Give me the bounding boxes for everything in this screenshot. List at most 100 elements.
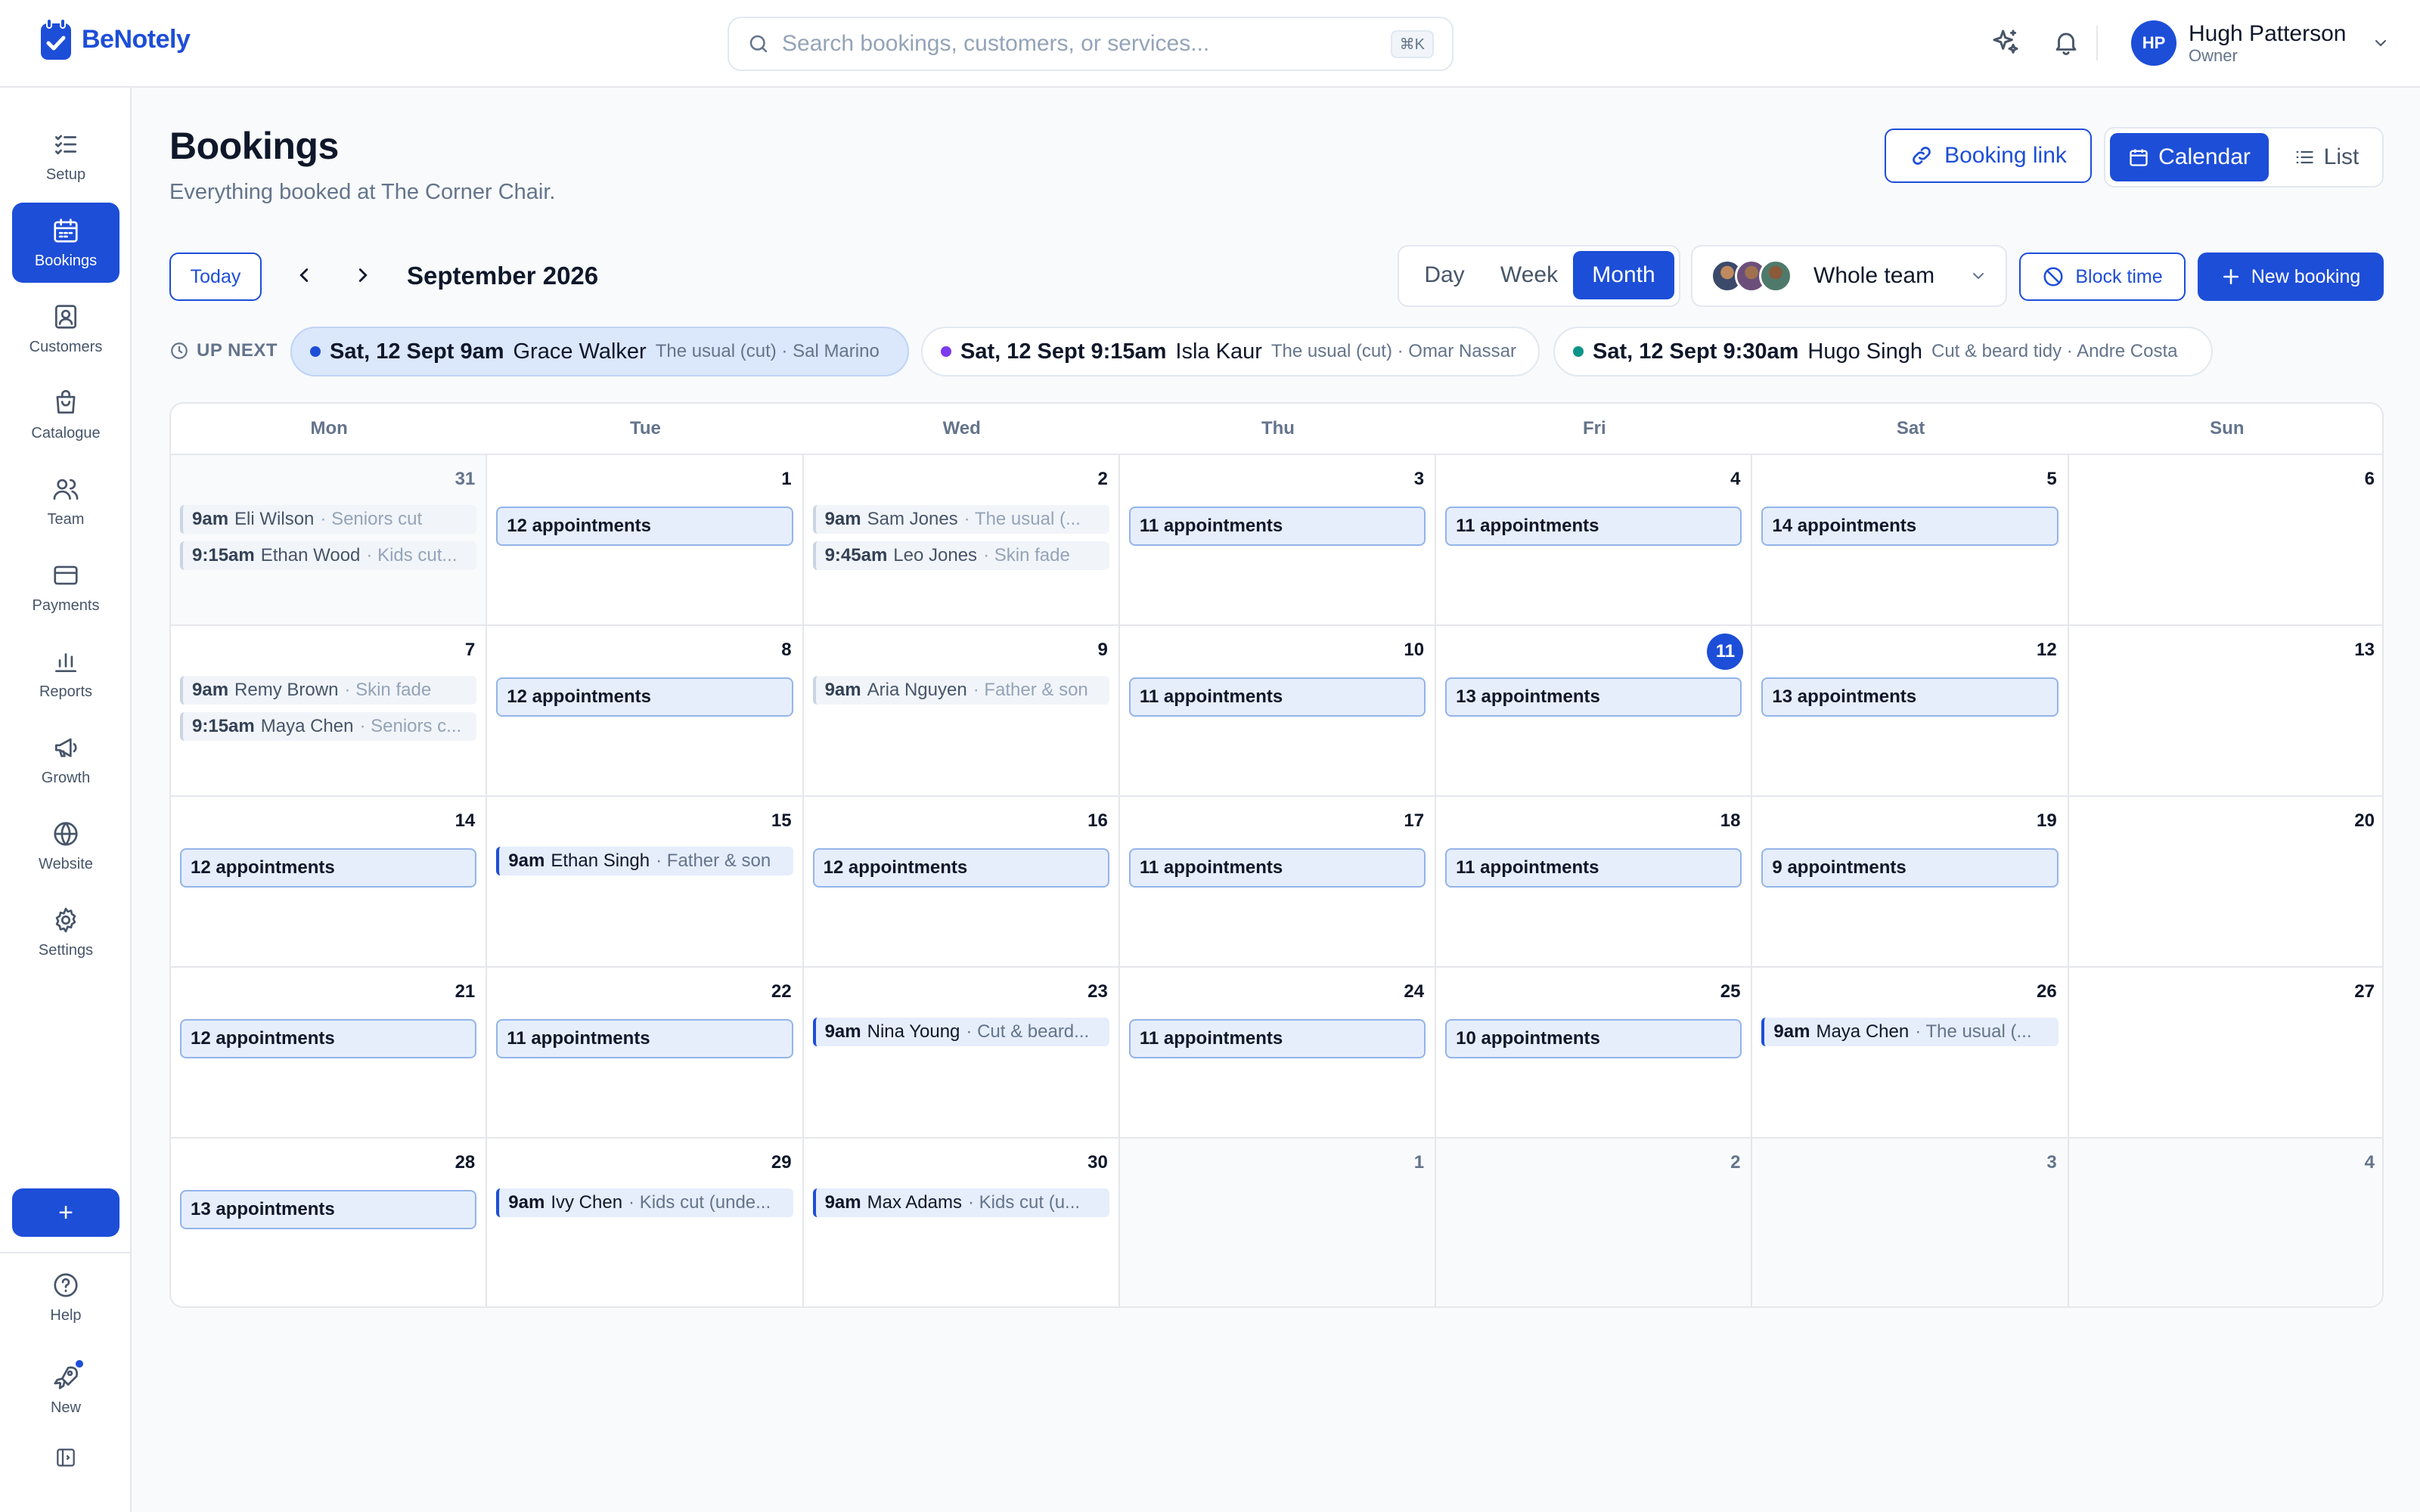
- calendar-day-cell[interactable]: 17 11 appointments: [1119, 797, 1437, 968]
- calendar-day-cell[interactable]: 7 9am Remy Brown · Skin fade 9:15am Maya Chen…: [171, 626, 488, 797]
- appointment-item[interactable]: 9am Ethan Singh · Father & son: [496, 847, 793, 875]
- appointment-count-pill[interactable]: 12 appointments: [496, 677, 793, 717]
- calendar-day-cell[interactable]: 2 9am Sam Jones · The usual (... 9:45am Leo J…: [803, 455, 1120, 626]
- appointment-item[interactable]: 9:15am Maya Chen · Seniors c...: [180, 712, 477, 741]
- search-input[interactable]: [782, 31, 1391, 57]
- appointment-count-pill[interactable]: 9 appointments: [1761, 848, 2059, 888]
- collapse-sidebar-button[interactable]: [12, 1436, 119, 1479]
- calendar-day-cell[interactable]: 6: [2068, 455, 2382, 626]
- appointment-count-pill[interactable]: 12 appointments: [180, 1019, 477, 1058]
- tab-calendar-view[interactable]: Calendar: [2110, 133, 2269, 181]
- notifications-button[interactable]: [2049, 26, 2083, 59]
- sidebar-item-payments[interactable]: Payments: [12, 547, 119, 627]
- sidebar-item-new[interactable]: New: [12, 1350, 119, 1429]
- appointment-count-pill[interactable]: 13 appointments: [180, 1190, 477, 1229]
- sidebar-item-growth[interactable]: Growth: [12, 720, 119, 800]
- appointment-item[interactable]: 9am Ivy Chen · Kids cut (unde...: [496, 1188, 793, 1217]
- calendar-day-cell[interactable]: 16 12 appointments: [803, 797, 1120, 968]
- appointment-count-pill[interactable]: 11 appointments: [1128, 507, 1426, 546]
- calendar-day-cell[interactable]: 11 13 appointments: [1436, 626, 1753, 797]
- calendar-day-cell[interactable]: 31 9am Eli Wilson · Seniors cut 9:15am Ethan …: [171, 455, 488, 626]
- user-menu[interactable]: HP Hugh Patterson Owner: [2131, 18, 2390, 68]
- calendar-day-cell[interactable]: 14 12 appointments: [171, 797, 488, 968]
- sidebar-item-settings[interactable]: Settings: [12, 892, 119, 972]
- appointment-count-pill[interactable]: 12 appointments: [812, 848, 1109, 888]
- sidebar-item-help[interactable]: Help: [12, 1258, 119, 1337]
- calendar-day-cell[interactable]: 20: [2068, 797, 2382, 968]
- calendar-day-cell[interactable]: 18 11 appointments: [1436, 797, 1753, 968]
- calendar-day-cell[interactable]: 10 11 appointments: [1119, 626, 1437, 797]
- calendar-day-cell[interactable]: 19 9 appointments: [1752, 797, 2069, 968]
- calendar-day-cell[interactable]: 24 11 appointments: [1119, 968, 1437, 1139]
- appointment-count-pill[interactable]: 13 appointments: [1761, 677, 2059, 717]
- appointment-item[interactable]: 9am Sam Jones · The usual (...: [812, 505, 1109, 534]
- calendar-day-cell[interactable]: 5 14 appointments: [1752, 455, 2069, 626]
- calendar-day-cell[interactable]: 26 9am Maya Chen · The usual (...: [1752, 968, 2069, 1139]
- new-booking-button[interactable]: New booking: [2198, 253, 2384, 301]
- today-button[interactable]: Today: [169, 253, 262, 301]
- calendar-day-cell[interactable]: 4: [2068, 1139, 2382, 1306]
- appointment-item[interactable]: 9am Max Adams · Kids cut (u...: [812, 1188, 1109, 1217]
- calendar-day-cell[interactable]: 15 9am Ethan Singh · Father & son: [487, 797, 804, 968]
- tab-list-view[interactable]: List: [2273, 133, 2379, 181]
- app-logo[interactable]: BeNotely: [38, 17, 191, 62]
- appointment-count-pill[interactable]: 12 appointments: [496, 507, 793, 546]
- appointment-count-pill[interactable]: 14 appointments: [1761, 507, 2059, 546]
- tab-day[interactable]: Day: [1405, 251, 1484, 299]
- previous-month-button[interactable]: [286, 257, 322, 293]
- appointment-count-pill[interactable]: 11 appointments: [1128, 848, 1426, 888]
- calendar-day-cell[interactable]: 22 11 appointments: [487, 968, 804, 1139]
- appointment-item[interactable]: 9:15am Ethan Wood · Kids cut...: [180, 541, 477, 570]
- calendar-day-cell[interactable]: 3: [1752, 1139, 2069, 1306]
- appointment-item[interactable]: 9am Remy Brown · Skin fade: [180, 676, 477, 705]
- calendar-day-cell[interactable]: 2: [1436, 1139, 1753, 1306]
- sidebar-item-setup[interactable]: Setup: [12, 116, 119, 197]
- appointment-item[interactable]: 9am Aria Nguyen · Father & son: [812, 676, 1109, 705]
- appointment-count-pill[interactable]: 12 appointments: [180, 848, 477, 888]
- block-time-button[interactable]: Block time: [2019, 253, 2186, 301]
- calendar-day-cell[interactable]: 25 10 appointments: [1436, 968, 1753, 1139]
- ai-sparkle-button[interactable]: [1989, 26, 2022, 59]
- calendar-day-cell[interactable]: 12 13 appointments: [1752, 626, 2069, 797]
- calendar-day-cell[interactable]: 13: [2068, 626, 2382, 797]
- appointment-count-pill[interactable]: 11 appointments: [1128, 1019, 1426, 1058]
- calendar-day-cell[interactable]: 9 9am Aria Nguyen · Father & son: [803, 626, 1120, 797]
- sidebar-item-website[interactable]: Website: [12, 806, 119, 886]
- next-month-button[interactable]: [345, 257, 381, 293]
- calendar-day-cell[interactable]: 27: [2068, 968, 2382, 1139]
- calendar-day-cell[interactable]: 1: [1119, 1139, 1437, 1306]
- up-next-chip[interactable]: Sat, 12 Sept 9am Grace Walker The usual (c…: [290, 327, 909, 376]
- booking-link-button[interactable]: Booking link: [1885, 129, 2092, 183]
- appointment-count-pill[interactable]: 11 appointments: [1445, 507, 1742, 546]
- appointment-count-pill[interactable]: 13 appointments: [1445, 677, 1742, 717]
- calendar-day-cell[interactable]: 4 11 appointments: [1436, 455, 1753, 626]
- calendar-day-cell[interactable]: 21 12 appointments: [171, 968, 488, 1139]
- calendar-day-cell[interactable]: 30 9am Max Adams · Kids cut (u...: [803, 1139, 1120, 1306]
- appointment-count-pill[interactable]: 10 appointments: [1445, 1019, 1742, 1058]
- appointment-count-pill[interactable]: 11 appointments: [1128, 677, 1426, 717]
- sidebar-item-catalogue[interactable]: Catalogue: [12, 375, 119, 455]
- calendar-day-cell[interactable]: 29 9am Ivy Chen · Kids cut (unde...: [487, 1139, 804, 1306]
- sidebar-item-reports[interactable]: Reports: [12, 634, 119, 714]
- tab-month[interactable]: Month: [1573, 251, 1674, 299]
- sidebar-item-team[interactable]: Team: [12, 461, 119, 541]
- calendar-day-cell[interactable]: 23 9am Nina Young · Cut & beard...: [803, 968, 1120, 1139]
- appointment-item[interactable]: 9:45am Leo Jones · Skin fade: [812, 541, 1109, 570]
- calendar-day-cell[interactable]: 3 11 appointments: [1119, 455, 1437, 626]
- sidebar-item-bookings[interactable]: Bookings: [12, 203, 119, 283]
- appointment-item[interactable]: 9am Maya Chen · The usual (...: [1761, 1018, 2059, 1046]
- up-next-chip[interactable]: Sat, 12 Sept 9:30am Hugo Singh Cut & beard…: [1553, 327, 2213, 376]
- calendar-day-cell[interactable]: 1 12 appointments: [487, 455, 804, 626]
- appointment-count-pill[interactable]: 11 appointments: [496, 1019, 793, 1058]
- team-filter-select[interactable]: Whole team: [1691, 245, 2007, 307]
- search-bar[interactable]: ⌘K: [728, 17, 1454, 71]
- appointment-count-pill[interactable]: 11 appointments: [1445, 848, 1742, 888]
- sidebar-item-customers[interactable]: Customers: [12, 289, 119, 369]
- appointment-item[interactable]: 9am Eli Wilson · Seniors cut: [180, 505, 477, 534]
- quick-add-button[interactable]: +: [12, 1188, 119, 1237]
- calendar-day-cell[interactable]: 28 13 appointments: [171, 1139, 488, 1306]
- appointment-item[interactable]: 9am Nina Young · Cut & beard...: [812, 1018, 1109, 1046]
- tab-week[interactable]: Week: [1485, 251, 1573, 299]
- up-next-chip[interactable]: Sat, 12 Sept 9:15am Isla Kaur The usual (c…: [921, 327, 1540, 376]
- calendar-day-cell[interactable]: 8 12 appointments: [487, 626, 804, 797]
